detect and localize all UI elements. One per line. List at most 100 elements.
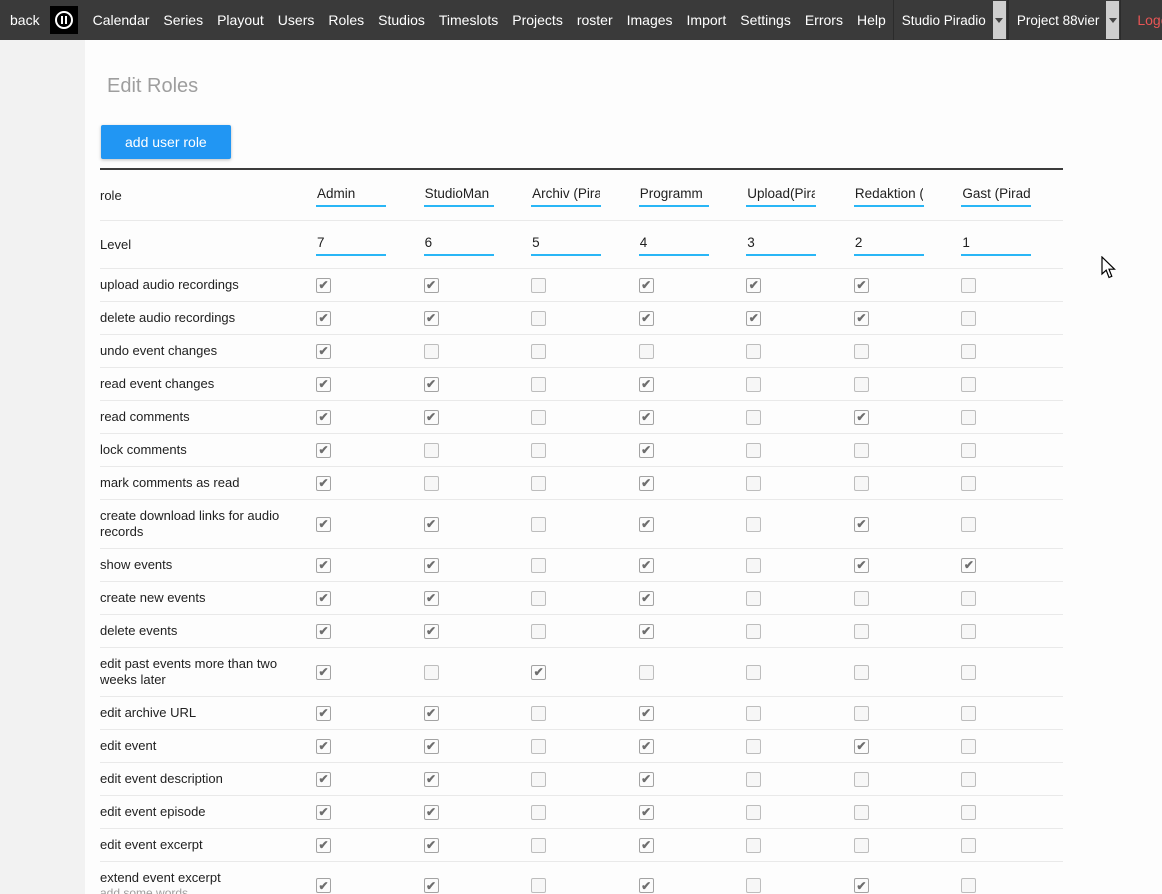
permission-checkbox-r2-c0[interactable]: ✔ (316, 344, 331, 359)
permission-checkbox-r12-c2[interactable]: ✔ (531, 706, 546, 721)
permission-checkbox-r12-c5[interactable]: ✔ (854, 706, 869, 721)
studio-select[interactable]: Studio Piradio (893, 0, 1008, 40)
permission-checkbox-r16-c6[interactable]: ✔ (961, 838, 976, 853)
role-name-input-4[interactable] (746, 184, 816, 207)
permission-checkbox-r16-c2[interactable]: ✔ (531, 838, 546, 853)
nav-item-users[interactable]: Users (271, 2, 322, 38)
permission-checkbox-r14-c5[interactable]: ✔ (854, 772, 869, 787)
permission-checkbox-r17-c2[interactable]: ✔ (531, 878, 546, 893)
nav-item-errors[interactable]: Errors (798, 2, 850, 38)
permission-checkbox-r1-c5[interactable]: ✔ (854, 311, 869, 326)
permission-checkbox-r16-c0[interactable]: ✔ (316, 838, 331, 853)
level-input-6[interactable] (961, 233, 1031, 256)
permission-checkbox-r9-c1[interactable]: ✔ (424, 591, 439, 606)
permission-checkbox-r12-c1[interactable]: ✔ (424, 706, 439, 721)
permission-checkbox-r11-c2[interactable]: ✔ (531, 665, 546, 680)
role-name-input-5[interactable] (854, 184, 924, 207)
permission-checkbox-r1-c6[interactable]: ✔ (961, 311, 976, 326)
permission-checkbox-r11-c1[interactable]: ✔ (424, 665, 439, 680)
permission-checkbox-r8-c2[interactable]: ✔ (531, 558, 546, 573)
permission-checkbox-r14-c2[interactable]: ✔ (531, 772, 546, 787)
permission-checkbox-r5-c4[interactable]: ✔ (746, 443, 761, 458)
permission-checkbox-r7-c1[interactable]: ✔ (424, 517, 439, 532)
level-input-1[interactable] (424, 233, 494, 256)
add-user-role-button[interactable]: add user role (101, 125, 231, 159)
permission-checkbox-r9-c3[interactable]: ✔ (639, 591, 654, 606)
permission-checkbox-r17-c0[interactable]: ✔ (316, 878, 331, 893)
permission-checkbox-r10-c6[interactable]: ✔ (961, 624, 976, 639)
permission-checkbox-r11-c5[interactable]: ✔ (854, 665, 869, 680)
permission-checkbox-r5-c2[interactable]: ✔ (531, 443, 546, 458)
permission-checkbox-r14-c1[interactable]: ✔ (424, 772, 439, 787)
permission-checkbox-r6-c6[interactable]: ✔ (961, 476, 976, 491)
permission-checkbox-r11-c0[interactable]: ✔ (316, 665, 331, 680)
permission-checkbox-r1-c2[interactable]: ✔ (531, 311, 546, 326)
role-name-input-0[interactable] (316, 184, 386, 207)
nav-item-roster[interactable]: roster (570, 2, 620, 38)
permission-checkbox-r3-c0[interactable]: ✔ (316, 377, 331, 392)
permission-checkbox-r12-c0[interactable]: ✔ (316, 706, 331, 721)
permission-checkbox-r2-c1[interactable]: ✔ (424, 344, 439, 359)
permission-checkbox-r8-c4[interactable]: ✔ (746, 558, 761, 573)
permission-checkbox-r16-c4[interactable]: ✔ (746, 838, 761, 853)
level-input-3[interactable] (639, 233, 709, 256)
permission-checkbox-r4-c3[interactable]: ✔ (639, 410, 654, 425)
level-input-0[interactable] (316, 233, 386, 256)
permission-checkbox-r16-c5[interactable]: ✔ (854, 838, 869, 853)
permission-checkbox-r15-c3[interactable]: ✔ (639, 805, 654, 820)
permission-checkbox-r14-c0[interactable]: ✔ (316, 772, 331, 787)
permission-checkbox-r13-c1[interactable]: ✔ (424, 739, 439, 754)
permission-checkbox-r7-c2[interactable]: ✔ (531, 517, 546, 532)
permission-checkbox-r7-c6[interactable]: ✔ (961, 517, 976, 532)
permission-checkbox-r11-c6[interactable]: ✔ (961, 665, 976, 680)
permission-checkbox-r6-c1[interactable]: ✔ (424, 476, 439, 491)
permission-checkbox-r4-c1[interactable]: ✔ (424, 410, 439, 425)
permission-checkbox-r16-c1[interactable]: ✔ (424, 838, 439, 853)
nav-item-studios[interactable]: Studios (371, 2, 432, 38)
permission-checkbox-r13-c4[interactable]: ✔ (746, 739, 761, 754)
permission-checkbox-r4-c2[interactable]: ✔ (531, 410, 546, 425)
permission-checkbox-r17-c5[interactable]: ✔ (854, 878, 869, 893)
permission-checkbox-r6-c0[interactable]: ✔ (316, 476, 331, 491)
role-name-input-1[interactable] (424, 184, 494, 207)
permission-checkbox-r15-c6[interactable]: ✔ (961, 805, 976, 820)
nav-item-settings[interactable]: Settings (733, 2, 798, 38)
permission-checkbox-r13-c6[interactable]: ✔ (961, 739, 976, 754)
permission-checkbox-r17-c1[interactable]: ✔ (424, 878, 439, 893)
permission-checkbox-r9-c6[interactable]: ✔ (961, 591, 976, 606)
permission-checkbox-r6-c4[interactable]: ✔ (746, 476, 761, 491)
nav-item-help[interactable]: Help (850, 2, 893, 38)
permission-checkbox-r2-c3[interactable]: ✔ (639, 344, 654, 359)
permission-checkbox-r14-c3[interactable]: ✔ (639, 772, 654, 787)
permission-checkbox-r12-c3[interactable]: ✔ (639, 706, 654, 721)
permission-checkbox-r2-c2[interactable]: ✔ (531, 344, 546, 359)
permission-checkbox-r3-c6[interactable]: ✔ (961, 377, 976, 392)
permission-checkbox-r8-c0[interactable]: ✔ (316, 558, 331, 573)
level-input-5[interactable] (854, 233, 924, 256)
permission-checkbox-r2-c4[interactable]: ✔ (746, 344, 761, 359)
level-input-4[interactable] (746, 233, 816, 256)
permission-checkbox-r13-c5[interactable]: ✔ (854, 739, 869, 754)
permission-checkbox-r0-c5[interactable]: ✔ (854, 278, 869, 293)
permission-checkbox-r7-c3[interactable]: ✔ (639, 517, 654, 532)
permission-checkbox-r6-c5[interactable]: ✔ (854, 476, 869, 491)
permission-checkbox-r3-c1[interactable]: ✔ (424, 377, 439, 392)
permission-checkbox-r0-c3[interactable]: ✔ (639, 278, 654, 293)
nav-item-calendar[interactable]: Calendar (86, 2, 157, 38)
back-link[interactable]: back (10, 12, 40, 28)
permission-checkbox-r3-c5[interactable]: ✔ (854, 377, 869, 392)
permission-checkbox-r5-c1[interactable]: ✔ (424, 443, 439, 458)
permission-checkbox-r14-c4[interactable]: ✔ (746, 772, 761, 787)
permission-checkbox-r17-c6[interactable]: ✔ (961, 878, 976, 893)
permission-checkbox-r8-c5[interactable]: ✔ (854, 558, 869, 573)
permission-checkbox-r8-c1[interactable]: ✔ (424, 558, 439, 573)
nav-item-roles[interactable]: Roles (321, 2, 371, 38)
permission-checkbox-r8-c6[interactable]: ✔ (961, 558, 976, 573)
permission-checkbox-r1-c3[interactable]: ✔ (639, 311, 654, 326)
permission-checkbox-r0-c1[interactable]: ✔ (424, 278, 439, 293)
permission-checkbox-r9-c2[interactable]: ✔ (531, 591, 546, 606)
permission-checkbox-r3-c2[interactable]: ✔ (531, 377, 546, 392)
permission-checkbox-r13-c2[interactable]: ✔ (531, 739, 546, 754)
permission-checkbox-r6-c2[interactable]: ✔ (531, 476, 546, 491)
role-name-input-2[interactable] (531, 184, 601, 207)
